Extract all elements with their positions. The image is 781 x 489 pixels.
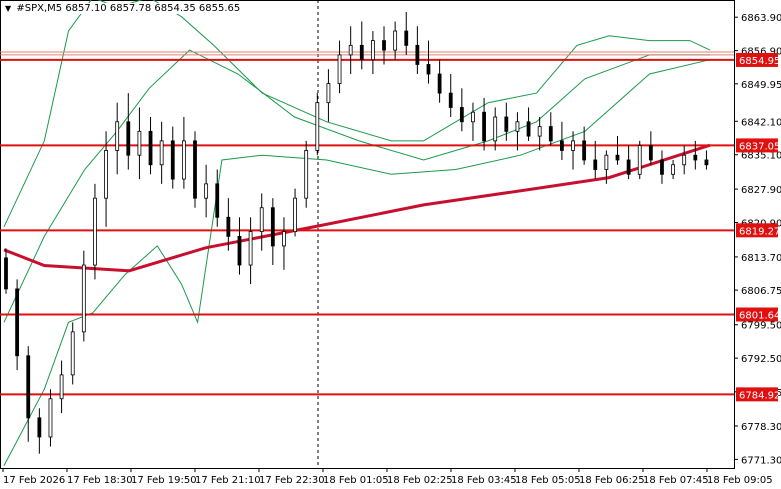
candle-body bbox=[93, 197, 97, 266]
time-tick-label: 17 Feb 2026 bbox=[3, 475, 65, 486]
candle-body bbox=[259, 207, 264, 233]
price-tick-label: 6849.95 bbox=[741, 80, 781, 91]
candle-body bbox=[248, 231, 253, 266]
candle-body bbox=[471, 111, 475, 123]
candle-body bbox=[293, 197, 297, 233]
candle-body bbox=[159, 140, 164, 166]
price-tick-label: 6778.30 bbox=[741, 422, 781, 433]
candle-body bbox=[237, 235, 242, 266]
time-tick-label: 18 Feb 01:05 bbox=[323, 475, 389, 486]
candle-body bbox=[693, 154, 698, 161]
symbol-name: #SPX,M5 bbox=[16, 3, 63, 14]
candle-body bbox=[270, 207, 275, 247]
candle-body bbox=[193, 140, 197, 199]
candle-body bbox=[4, 257, 8, 290]
time-tick-label: 18 Feb 06:25 bbox=[579, 475, 645, 486]
price-tick-label: 6799.50 bbox=[741, 321, 781, 332]
ohlc-readout: 6857.10 6857.78 6854.35 6855.65 bbox=[65, 3, 241, 14]
candle-body bbox=[215, 183, 220, 218]
time-tick-label: 18 Feb 07:45 bbox=[643, 475, 709, 486]
candle-body bbox=[459, 107, 464, 123]
candle-body bbox=[148, 130, 153, 166]
candle-body bbox=[115, 121, 120, 151]
candle-body bbox=[359, 44, 364, 61]
candle-body bbox=[560, 140, 564, 151]
candle-body bbox=[671, 164, 675, 175]
candle-body bbox=[370, 40, 375, 61]
symbol-header: ▼ #SPX,M5 6857.10 6857.78 6854.35 6855.6… bbox=[5, 3, 241, 14]
candle-body bbox=[137, 130, 142, 156]
candle-body bbox=[415, 44, 420, 65]
candle-body bbox=[81, 264, 86, 333]
candle-body bbox=[59, 374, 64, 400]
candle-body bbox=[26, 355, 31, 419]
candle-body bbox=[348, 44, 353, 56]
candle-body bbox=[304, 150, 309, 199]
candle-body bbox=[426, 64, 431, 75]
level-price-tag-label: 6837.05 bbox=[739, 141, 780, 152]
candle-body bbox=[48, 398, 53, 438]
price-chart[interactable]: 6863.906856.906849.956842.106835.106827.… bbox=[0, 0, 781, 489]
candle-body bbox=[571, 140, 575, 151]
candle-body bbox=[404, 30, 409, 46]
price-tick-label: 6813.70 bbox=[741, 253, 781, 264]
candle-body bbox=[604, 154, 609, 170]
price-tick-label: 6827.90 bbox=[741, 185, 781, 196]
candle-body bbox=[170, 140, 175, 180]
candle-body bbox=[626, 159, 631, 175]
candle-body bbox=[326, 83, 331, 104]
time-tick-label: 17 Feb 22:30 bbox=[259, 475, 325, 486]
candle-body bbox=[204, 183, 209, 199]
candle-body bbox=[482, 111, 486, 142]
time-tick-label: 18 Feb 02:25 bbox=[387, 475, 453, 486]
time-tick-label: 18 Feb 05:05 bbox=[515, 475, 581, 486]
candle-body bbox=[548, 126, 553, 142]
candle-body bbox=[15, 288, 20, 357]
time-tick-label: 17 Feb 21:10 bbox=[195, 475, 261, 486]
price-tick-label: 6842.10 bbox=[741, 117, 781, 128]
candle-body bbox=[181, 140, 186, 180]
candle-body bbox=[660, 159, 664, 175]
candle-body bbox=[393, 30, 398, 51]
level-price-tag-label: 6819.27 bbox=[739, 226, 780, 237]
candle-body bbox=[104, 150, 108, 199]
collapse-triangle-icon[interactable]: ▼ bbox=[5, 4, 11, 13]
time-tick-label: 17 Feb 19:50 bbox=[131, 475, 197, 486]
candle-body bbox=[515, 121, 520, 132]
candle-body bbox=[615, 154, 620, 161]
price-tick-label: 6806.75 bbox=[741, 286, 781, 297]
candle-body bbox=[593, 159, 598, 170]
candle-body bbox=[70, 331, 75, 376]
chart-window[interactable]: 6863.90 6856.90 6849.95 6842.10 6835.10 6827.… bbox=[0, 0, 781, 489]
price-tick-label: 6792.50 bbox=[741, 354, 781, 365]
time-tick-label: 17 Feb 18:30 bbox=[67, 475, 133, 486]
candle-body bbox=[382, 40, 386, 51]
candle-body bbox=[537, 126, 542, 137]
candle-body bbox=[448, 92, 453, 108]
candle-body bbox=[582, 140, 587, 161]
price-tick-label: 6863.90 bbox=[741, 13, 781, 24]
level-price-tag-label: 6801.64 bbox=[739, 311, 780, 322]
price-tick-label: 6771.30 bbox=[741, 455, 781, 466]
level-price-tag-label: 6854.95 bbox=[739, 56, 780, 67]
candle-body bbox=[682, 154, 687, 166]
level-price-tag-label: 6784.92 bbox=[739, 390, 780, 401]
plot-area bbox=[0, 0, 735, 469]
candle-body bbox=[437, 73, 442, 94]
time-tick-label: 18 Feb 03:45 bbox=[451, 475, 517, 486]
candle-body bbox=[315, 102, 320, 151]
candle-body bbox=[282, 231, 286, 247]
candle-body bbox=[37, 417, 42, 438]
candle-body bbox=[126, 121, 131, 156]
candle-body bbox=[526, 121, 531, 137]
candle-body bbox=[226, 216, 231, 237]
candle-body bbox=[704, 159, 709, 166]
candle-body bbox=[493, 116, 498, 142]
candle-body bbox=[648, 145, 653, 161]
candle-body bbox=[337, 54, 342, 84]
candle-body bbox=[504, 116, 509, 132]
time-tick-label: 18 Feb 09:05 bbox=[707, 475, 773, 486]
candle-body bbox=[637, 145, 642, 175]
